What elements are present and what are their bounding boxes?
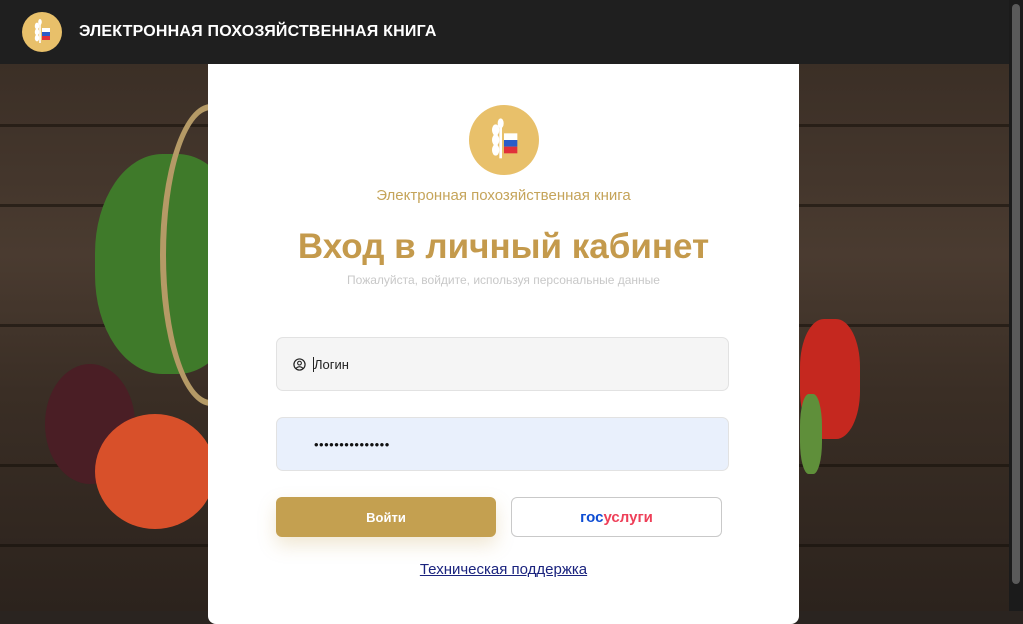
peach-decoration [95, 414, 215, 529]
login-hint: Пожалуйста, войдите, используя персональ… [347, 273, 660, 287]
login-button[interactable]: Войти [276, 497, 496, 537]
card-subtitle: Электронная похозяйственная книга [376, 187, 631, 204]
wheat-flag-icon [469, 105, 539, 175]
login-card: Электронная похозяйственная книга Вход в… [208, 44, 799, 624]
page-title: Вход в личный кабинет [297, 227, 710, 266]
top-bar: ЭЛЕКТРОННАЯ ПОХОЗЯЙСТВЕННАЯ КНИГА [0, 0, 1023, 64]
login-field[interactable]: Логин [276, 337, 729, 391]
password-field[interactable]: ••••••••••••••• [276, 417, 729, 471]
password-input[interactable]: ••••••••••••••• [314, 437, 390, 452]
gosuslugi-button[interactable]: гос услуги [511, 497, 722, 537]
scrollbar-thumb[interactable] [1012, 4, 1020, 584]
app-title: ЭЛЕКТРОННАЯ ПОХОЗЯЙСТВЕННАЯ КНИГА [79, 23, 437, 40]
wheat-flag-icon[interactable] [22, 12, 62, 52]
user-circle-icon [293, 357, 306, 371]
scrollbar[interactable] [1009, 0, 1023, 611]
gosuslugi-logo-part1: гос [580, 508, 604, 526]
greens-decoration [800, 394, 822, 474]
gosuslugi-logo-part2: услуги [603, 508, 653, 526]
support-link[interactable]: Техническая поддержка [208, 561, 799, 578]
login-input[interactable]: Логин [314, 357, 349, 372]
